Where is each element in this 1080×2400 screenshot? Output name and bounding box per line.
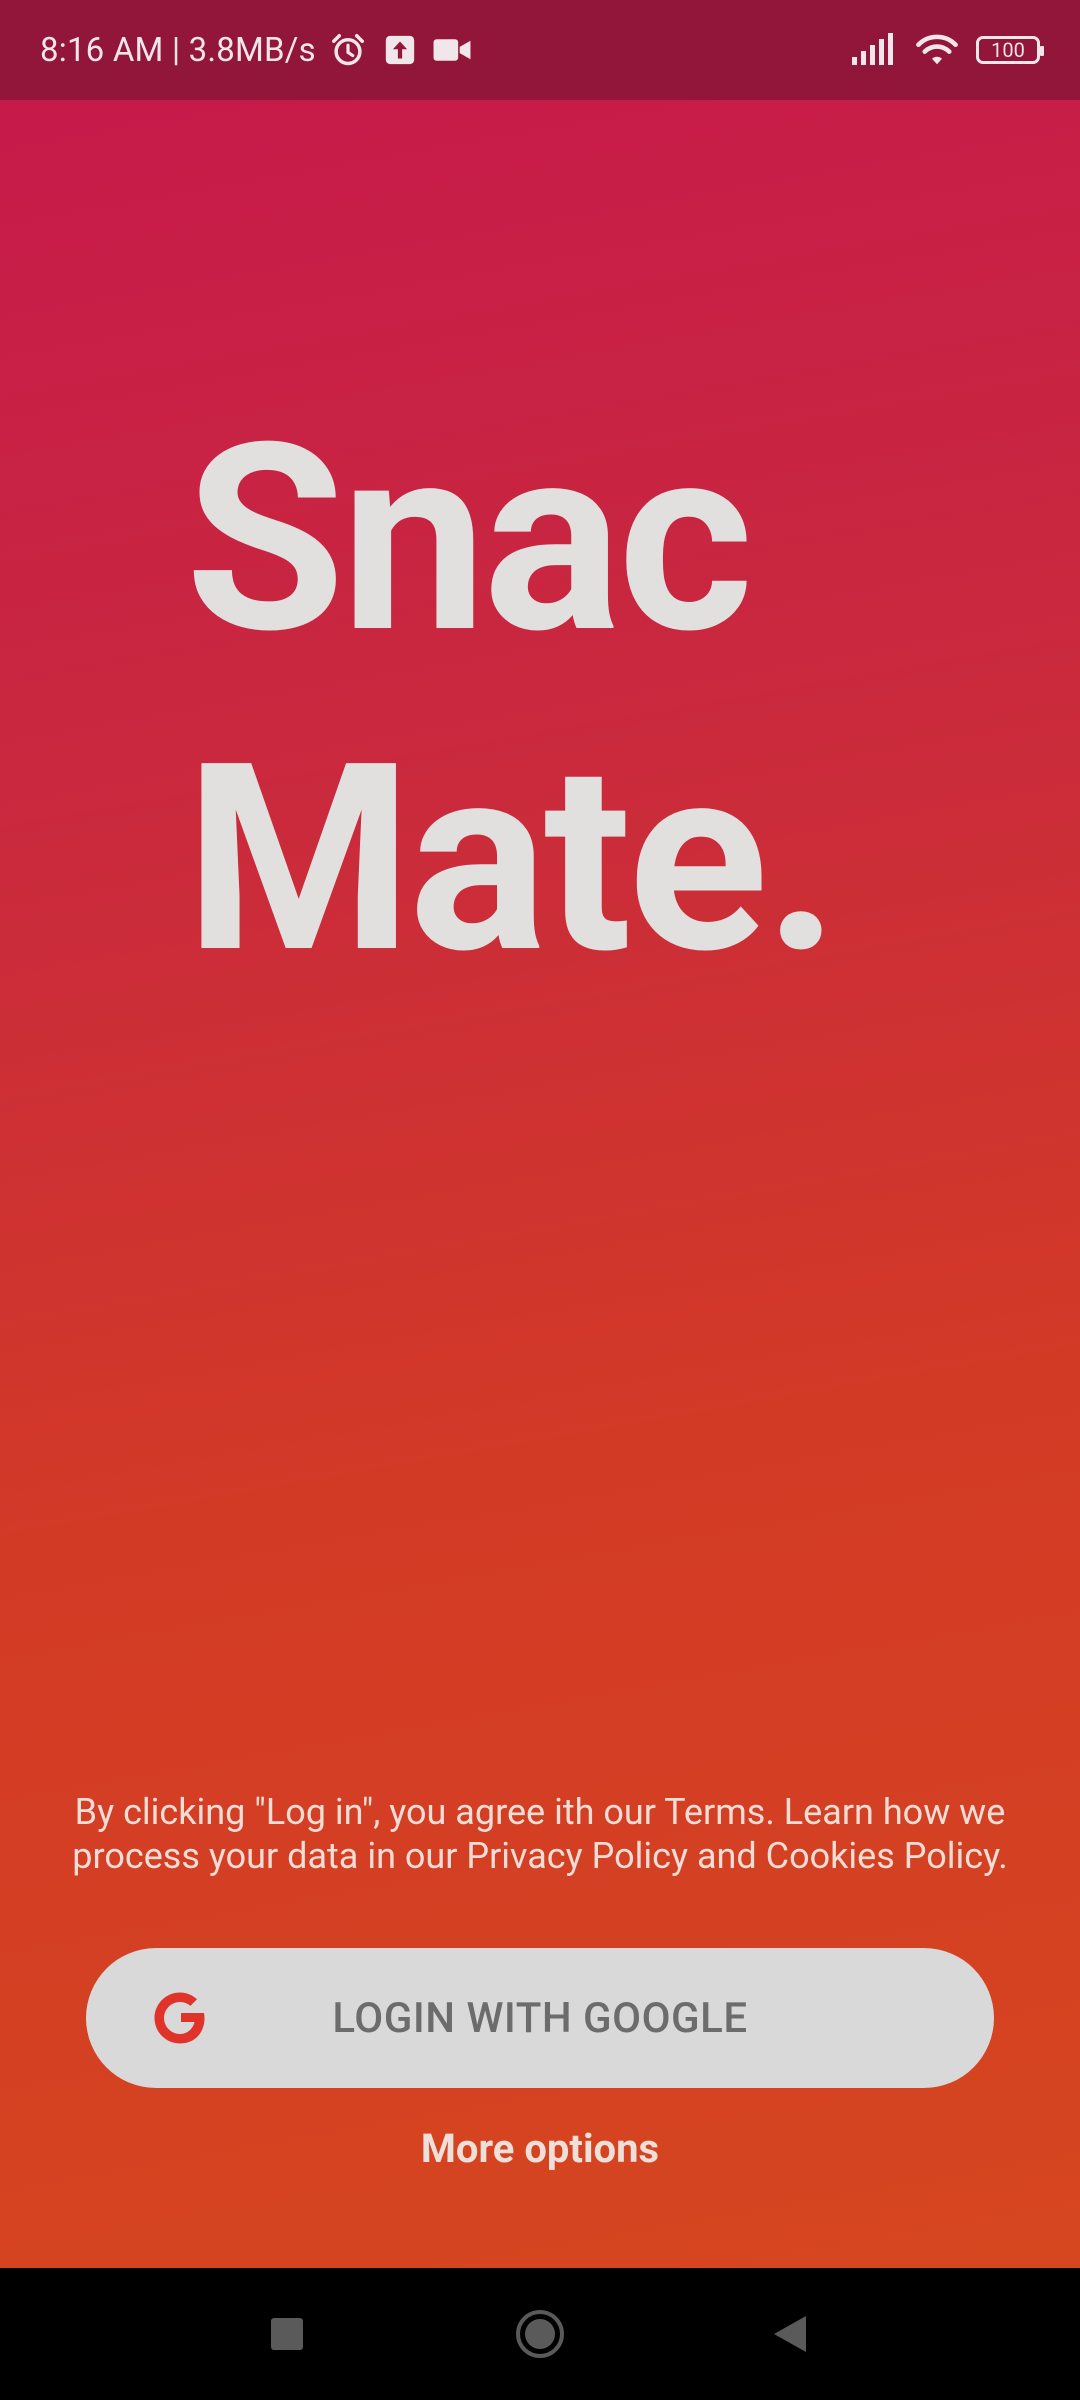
login-with-google-button[interactable]: LOGIN WITH GOOGLE [86,1948,994,2088]
logo-line-2: Mate. [185,708,840,1012]
google-icon [148,1986,212,2050]
alarm-icon [328,30,368,70]
navigation-bar [0,2268,1080,2400]
status-time-network: 8:16 AM | 3.8MB/s [40,30,316,70]
app-logo: Snac Mate. [185,380,945,1020]
status-bar: 8:16 AM | 3.8MB/s 100 [0,0,1080,100]
more-options-link[interactable]: More options [340,2125,740,2172]
status-right: 100 [850,0,1044,100]
status-left: 8:16 AM | 3.8MB/s [40,0,472,100]
battery-level: 100 [991,38,1025,62]
back-icon[interactable] [758,2302,822,2366]
legal-text: By clicking "Log in", you agree ith our … [72,1791,1008,1877]
home-icon[interactable] [508,2302,572,2366]
logo-line-1: Snac [185,388,753,692]
login-screen: 8:16 AM | 3.8MB/s 100 Snac Mate. By clic… [0,0,1080,2400]
recents-icon[interactable] [255,2302,319,2366]
upload-icon [380,30,420,70]
google-button-label: LOGIN WITH GOOGLE [332,1993,748,2043]
battery-icon: 100 [976,36,1044,64]
video-icon [432,30,472,70]
wifi-icon [914,30,960,70]
signal-icon [850,31,898,69]
